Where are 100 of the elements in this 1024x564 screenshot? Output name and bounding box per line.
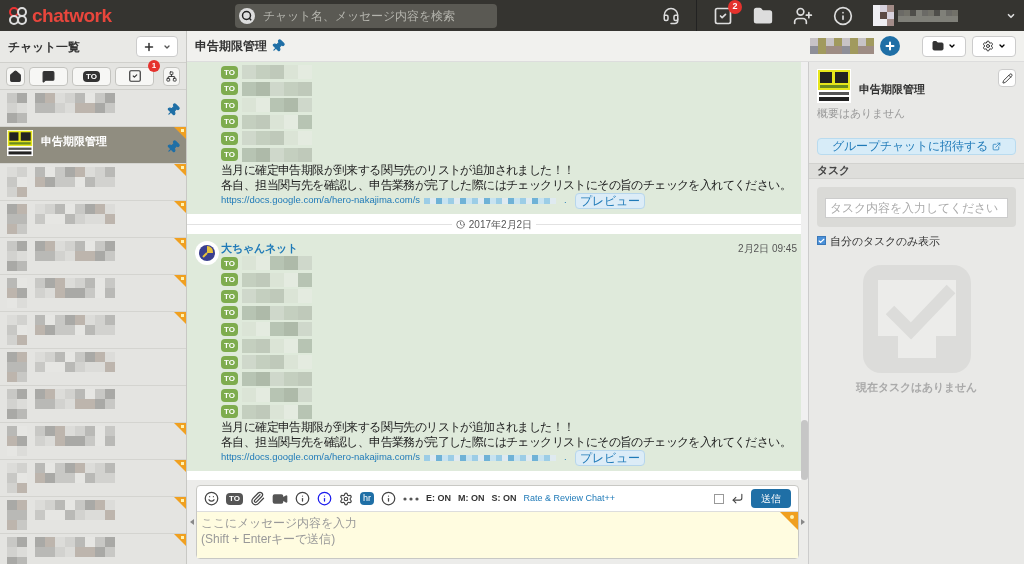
chat-list-title: チャット一覧 (8, 38, 80, 56)
pixelated-text (241, 98, 312, 113)
pencil-icon (1001, 72, 1013, 84)
plus-icon (143, 40, 155, 53)
filter-tab[interactable] (115, 66, 154, 86)
toggle-label[interactable]: M: ON (458, 491, 485, 506)
hr-button[interactable]: hr (359, 492, 374, 505)
pixelated-text (241, 322, 312, 337)
search-icon (239, 7, 255, 24)
scrollbar[interactable] (801, 62, 808, 480)
logo-text: chatwork (32, 6, 112, 25)
files-button[interactable] (922, 35, 966, 57)
pixelated-text (241, 147, 312, 162)
to-tag: TO (221, 256, 238, 270)
task-count-badge: 2 (728, 0, 742, 14)
enter-icon (731, 492, 744, 505)
speech-bubble-icon (42, 69, 55, 83)
avatar-icon (195, 241, 219, 265)
chat-title: 申告期限管理 (195, 38, 267, 55)
clock-icon (455, 219, 465, 229)
info-icon[interactable] (381, 491, 396, 506)
search-field[interactable]: チャット名、メッセージ内容を検索 (235, 3, 497, 28)
task-icon[interactable] (713, 5, 733, 26)
preview-button[interactable]: プレビュー (574, 449, 645, 466)
message-text: 各自、担当関与先を確認し、申告業務が完了した際にはチェックリストにその旨のチェックを入れてください。 (221, 178, 792, 193)
info-icon[interactable] (316, 491, 332, 506)
message-input[interactable]: ここにメッセージ内容を入力 (Shift + Enterキーで送信) (197, 512, 798, 558)
send-button[interactable]: 送信 (751, 489, 791, 508)
link-end: . (564, 450, 567, 465)
folder-icon (932, 40, 944, 52)
task-icon (127, 69, 142, 83)
plugin-link[interactable]: Rate & Review Chat++ (523, 491, 616, 506)
settings-button[interactable] (972, 35, 1016, 57)
pixelated-text (241, 81, 312, 96)
edit-button[interactable] (998, 69, 1016, 87)
pixelated-text (241, 114, 312, 129)
add-contact-icon[interactable] (793, 5, 813, 26)
link-end: . (564, 193, 567, 208)
message-text: 当月に確定申告期限が到来する関与先のリストが追加されました！！ (221, 163, 576, 178)
caret-icon (998, 42, 1006, 50)
toggle-label[interactable]: S: ON (491, 491, 517, 506)
to-button[interactable]: TO (226, 492, 243, 505)
folder-icon[interactable] (753, 5, 773, 26)
pixelated-text (241, 305, 312, 320)
message-text: 各自、担当関与先を確認し、申告業務が完了した際にはチェックリストにその旨のチェックを入れてください。 (221, 435, 792, 450)
to-tag: TO (221, 131, 238, 145)
message-author[interactable]: 大ちゃんネット (221, 239, 298, 257)
pixelated-text (241, 256, 312, 271)
tasks-heading: タスク (817, 163, 850, 179)
checkbox[interactable] (817, 236, 826, 246)
tree-view-button[interactable] (163, 66, 180, 86)
invite-button[interactable]: グループチャットに招待する (817, 137, 1016, 155)
left-arrow-icon[interactable] (190, 519, 194, 525)
checkbox-label: 自分のタスクのみ表示 (830, 233, 940, 249)
pixelated-text (241, 388, 312, 403)
to-tag: TO (221, 273, 238, 287)
date-divider: 2017年2月2日 (467, 217, 534, 232)
external-link-icon (992, 141, 1001, 151)
to-tag: TO (221, 98, 238, 112)
tree-icon (166, 70, 177, 82)
plus-icon (884, 40, 896, 52)
filter-tab[interactable]: TO (72, 66, 111, 86)
pixelated-text (898, 9, 958, 22)
message-time: 2月2日 09:45 (738, 241, 797, 256)
to-tag: TO (221, 82, 238, 96)
gear-icon (982, 40, 994, 52)
to-tag: TO (221, 355, 238, 369)
filter-tab[interactable] (29, 66, 68, 86)
link[interactable]: https://docs.google.com/a/hero-nakajima.com/s (221, 193, 421, 208)
room-description: 概要はありません (816, 106, 906, 121)
new-chat-button[interactable] (136, 36, 178, 57)
to-tag: TO (221, 115, 238, 129)
chat-room-item[interactable]: 申告期限管理 (0, 127, 186, 164)
more-icon[interactable] (403, 496, 419, 501)
preview-button[interactable]: プレビュー (574, 192, 645, 209)
pixelated-text (241, 371, 312, 386)
pixelated-text (241, 404, 312, 419)
emoji-icon[interactable] (204, 491, 219, 506)
room-name: 申告期限管理 (859, 82, 925, 97)
to-tag: TO (221, 405, 238, 419)
to-tag: TO (221, 65, 238, 79)
empty-tasks-text: 現在タスクはありません (856, 380, 977, 395)
filter-tab[interactable] (6, 66, 25, 86)
link[interactable]: https://docs.google.com/a/hero-nakajima.com/s (221, 450, 421, 465)
room-name: 申告期限管理 (41, 134, 107, 149)
add-member-button[interactable] (880, 36, 900, 56)
pixelated-text (241, 272, 312, 287)
headset-person-icon[interactable] (662, 6, 680, 25)
right-arrow-icon[interactable] (801, 519, 805, 525)
to-tag: TO (221, 148, 238, 162)
task-input[interactable]: タスク内容を入力してください (825, 197, 1008, 218)
to-tag: TO (221, 339, 238, 353)
message-text: 当月に確定申告期限が到来する関与先のリストが追加されました！！ (221, 420, 576, 435)
attachment-icon[interactable] (249, 491, 265, 506)
gear-icon[interactable] (338, 491, 353, 506)
enter-send-checkbox[interactable] (714, 493, 724, 504)
to-tag: TO (221, 388, 238, 402)
toggle-label[interactable]: E: ON (426, 491, 451, 506)
account-menu[interactable] (873, 5, 1016, 26)
info-icon[interactable] (294, 491, 310, 506)
